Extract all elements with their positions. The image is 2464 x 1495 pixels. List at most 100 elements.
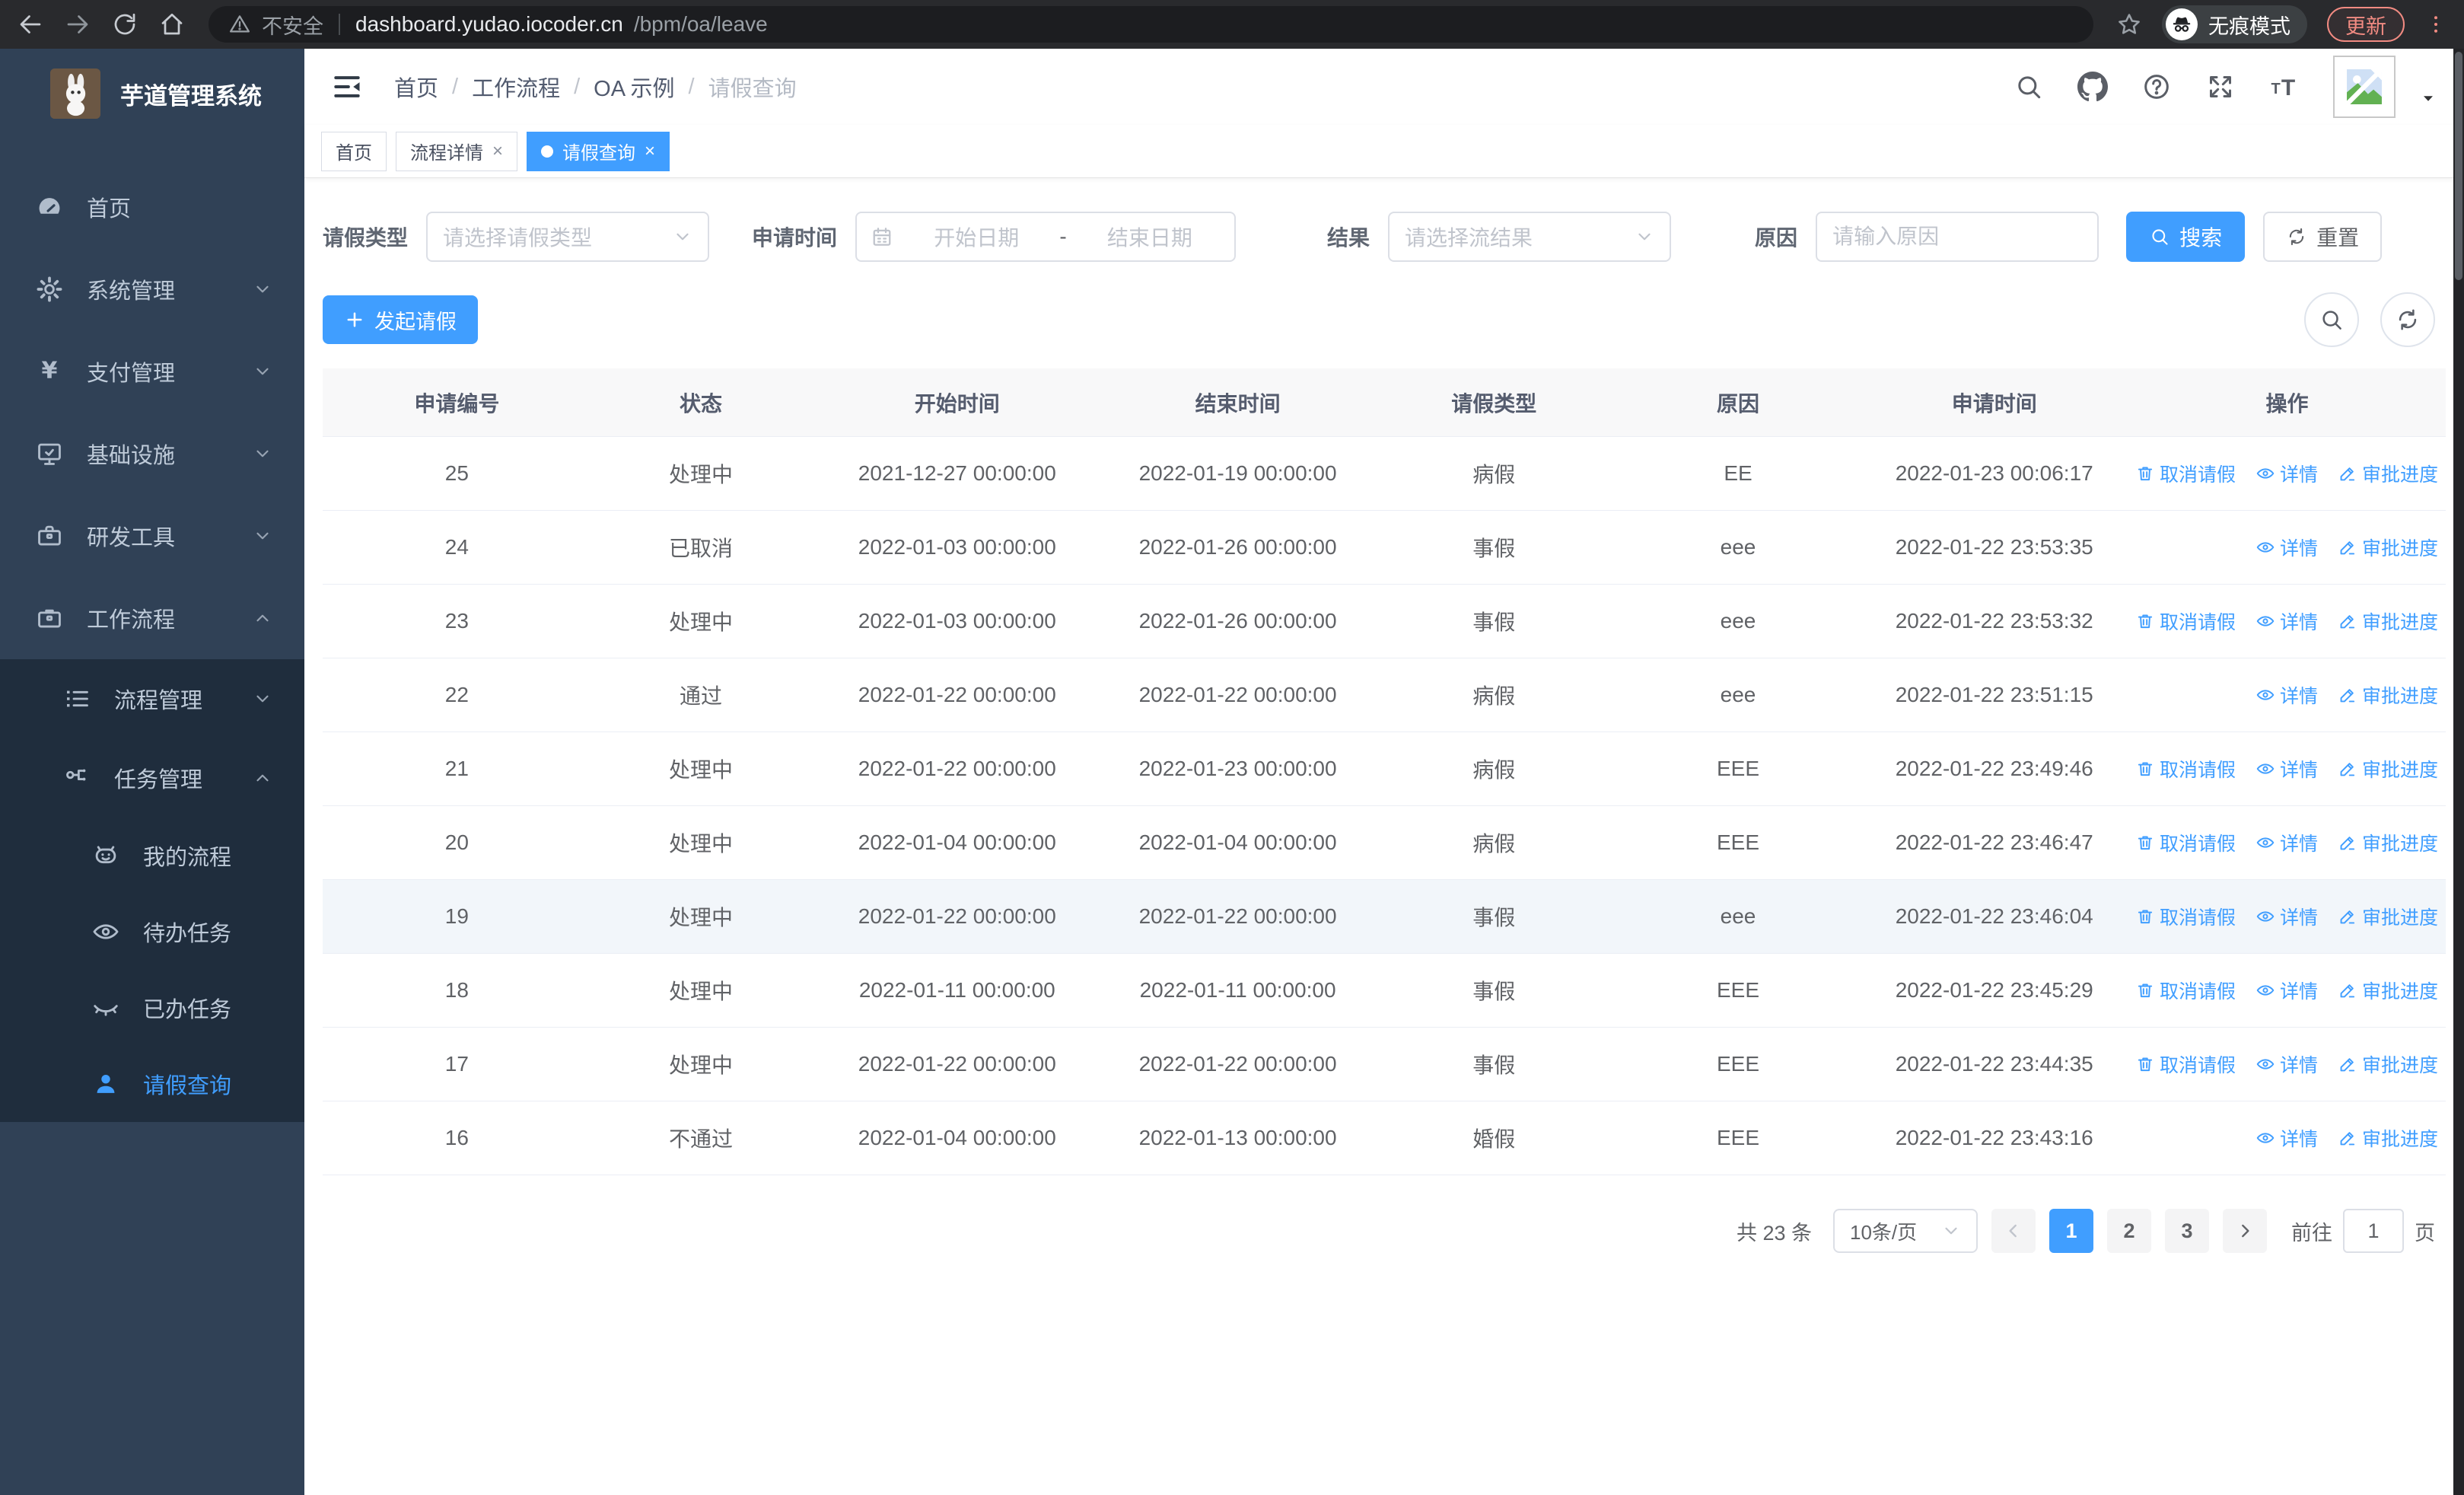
page-button-3[interactable]: 3 <box>2165 1209 2209 1253</box>
detail-action-link[interactable]: 详情 <box>2255 829 2318 856</box>
incognito-label: 无痕模式 <box>2208 14 2291 38</box>
goto-page-input[interactable] <box>2343 1209 2404 1253</box>
progress-action-link[interactable]: 审批进度 <box>2338 460 2438 487</box>
chrome-update-button[interactable]: 更新 <box>2327 7 2405 42</box>
table-row: 20 处理中 2022-01-04 00:00:00 2022-01-04 00:00… <box>323 806 2446 880</box>
detail-action-link[interactable]: 详情 <box>2255 607 2318 635</box>
detail-action-link[interactable]: 详情 <box>2255 1050 2318 1078</box>
sidebar-item-leave-query[interactable]: 请假查询 <box>0 1046 304 1122</box>
reason-input[interactable] <box>1832 225 2083 249</box>
cell-apply_time: 2022-01-22 23:46:47 <box>1895 830 2093 854</box>
close-icon[interactable]: × <box>645 141 655 162</box>
cancel-action-link[interactable]: 取消请假 <box>2135 607 2236 635</box>
sidebar-item-my-process[interactable]: 我的流程 <box>0 818 304 894</box>
cell-end: 2022-01-13 00:00:00 <box>1138 1126 1337 1149</box>
cancel-action-link[interactable]: 取消请假 <box>2135 903 2236 930</box>
sidebar-item-workflow[interactable]: 工作流程 <box>0 577 304 659</box>
progress-action-link[interactable]: 审批进度 <box>2338 607 2438 635</box>
progress-action-link[interactable]: 审批进度 <box>2338 1050 2438 1078</box>
reload-icon[interactable] <box>111 11 138 38</box>
avatar-caret-icon[interactable] <box>2418 88 2438 108</box>
progress-action-link[interactable]: 审批进度 <box>2338 1124 2438 1152</box>
back-arrow-icon[interactable] <box>17 11 44 38</box>
sidebar-fold-icon[interactable] <box>330 70 364 104</box>
page-scrollbar[interactable] <box>2453 49 2464 1495</box>
chrome-menu-icon[interactable] <box>2424 13 2447 36</box>
sidebar-item-payment-management[interactable]: ¥ 支付管理 <box>0 330 304 413</box>
breadcrumb-item[interactable]: OA 示例 <box>594 71 674 103</box>
search-button[interactable]: 搜索 <box>2126 212 2246 262</box>
tag-item[interactable]: 流程详情 × <box>396 131 518 171</box>
warning-icon <box>228 13 251 36</box>
home-icon[interactable] <box>158 11 186 38</box>
bookmark-star-icon[interactable] <box>2116 11 2142 37</box>
cancel-action-link[interactable]: 取消请假 <box>2135 460 2236 487</box>
fullscreen-icon[interactable] <box>2205 72 2236 102</box>
apply-time-range-picker[interactable]: 开始日期 - 结束日期 <box>855 212 1237 262</box>
sidebar-item-system-management[interactable]: 系统管理 <box>0 248 304 330</box>
sidebar-item-todo-tasks[interactable]: 待办任务 <box>0 894 304 970</box>
detail-action-link[interactable]: 详情 <box>2255 977 2318 1004</box>
forward-arrow-icon[interactable] <box>64 11 91 38</box>
cell-actions: 取消请假 详情 审批进度 <box>2128 903 2446 930</box>
detail-action-link[interactable]: 详情 <box>2255 681 2318 709</box>
help-icon[interactable] <box>2141 72 2172 102</box>
close-icon[interactable]: × <box>492 141 503 162</box>
cancel-action-link[interactable]: 取消请假 <box>2135 755 2236 783</box>
cancel-action-link[interactable]: 取消请假 <box>2135 977 2236 1004</box>
action-label: 审批进度 <box>2361 760 2438 781</box>
toggle-search-button[interactable] <box>2304 292 2359 347</box>
breadcrumb-item[interactable]: 首页 <box>394 71 438 103</box>
detail-action-link[interactable]: 详情 <box>2255 534 2318 561</box>
tag-item[interactable]: 首页 <box>321 131 387 171</box>
tag-active[interactable]: 请假查询 × <box>527 131 670 171</box>
detail-action-link[interactable]: 详情 <box>2255 755 2318 783</box>
action-label: 详情 <box>2279 1055 2318 1076</box>
sidebar-item-dev-tools[interactable]: 研发工具 <box>0 495 304 577</box>
progress-action-link[interactable]: 审批进度 <box>2338 755 2438 783</box>
sidebar-item-task-management[interactable]: 任务管理 <box>0 738 304 818</box>
refresh-table-button[interactable] <box>2380 292 2435 347</box>
app-logo[interactable]: 芋道管理系统 <box>0 49 304 139</box>
create-leave-button[interactable]: 发起请假 <box>323 295 478 344</box>
reset-button[interactable]: 重置 <box>2263 212 2383 262</box>
action-label: 详情 <box>2279 907 2318 929</box>
search-icon[interactable] <box>2014 72 2044 102</box>
scrollbar-thumb[interactable] <box>2455 52 2462 280</box>
github-icon[interactable] <box>2077 72 2108 102</box>
sidebar-item-home[interactable]: 首页 <box>0 166 304 248</box>
url-bar[interactable]: 不安全 dashboard.yudao.iocoder.cn/bpm/oa/le… <box>209 6 2093 43</box>
cell-reason: eee <box>1720 535 1756 559</box>
page-button-1[interactable]: 1 <box>2049 1209 2093 1253</box>
cell-actions: 详情 审批进度 <box>2128 681 2446 709</box>
result-select[interactable]: 请选择流结果 <box>1388 212 1672 262</box>
progress-action-link[interactable]: 审批进度 <box>2338 534 2438 561</box>
progress-action-link[interactable]: 审批进度 <box>2338 829 2438 856</box>
sidebar-item-process-management[interactable]: 流程管理 <box>0 659 304 738</box>
cell-end: 2022-01-22 00:00:00 <box>1138 1052 1337 1076</box>
prev-page-button[interactable] <box>1991 1209 2036 1253</box>
cell-end: 2022-01-11 00:00:00 <box>1139 978 1336 1002</box>
sidebar-item-done-tasks[interactable]: 已办任务 <box>0 970 304 1046</box>
tag-label: 流程详情 <box>410 143 483 164</box>
avatar[interactable] <box>2333 56 2396 118</box>
cell-reason: EEE <box>1716 978 1759 1002</box>
chevron-down-icon <box>253 689 272 709</box>
progress-action-link[interactable]: 审批进度 <box>2338 977 2438 1004</box>
next-page-button[interactable] <box>2223 1209 2267 1253</box>
action-label: 审批进度 <box>2361 1129 2438 1150</box>
breadcrumb-item[interactable]: 工作流程 <box>472 71 560 103</box>
sidebar-item-infrastructure[interactable]: 基础设施 <box>0 413 304 495</box>
font-size-icon[interactable]: TT <box>2269 72 2300 102</box>
cancel-action-link[interactable]: 取消请假 <box>2135 829 2236 856</box>
detail-action-link[interactable]: 详情 <box>2255 460 2318 487</box>
page-button-2[interactable]: 2 <box>2107 1209 2151 1253</box>
progress-action-link[interactable]: 审批进度 <box>2338 681 2438 709</box>
cell-type: 病假 <box>1472 758 1516 782</box>
page-size-select[interactable]: 10条/页 <box>1833 1209 1978 1253</box>
leave-type-select[interactable]: 请选择请假类型 <box>426 212 710 262</box>
cancel-action-link[interactable]: 取消请假 <box>2135 1050 2236 1078</box>
detail-action-link[interactable]: 详情 <box>2255 903 2318 930</box>
progress-action-link[interactable]: 审批进度 <box>2338 903 2438 930</box>
detail-action-link[interactable]: 详情 <box>2255 1124 2318 1152</box>
